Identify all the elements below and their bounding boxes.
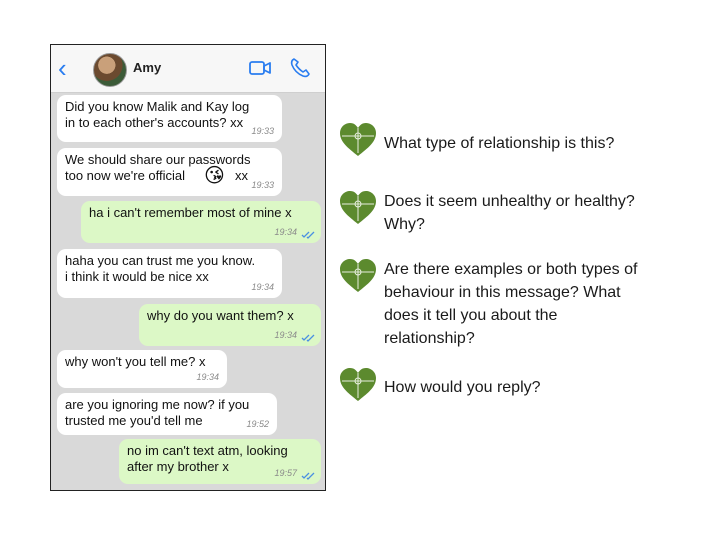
chat-header: ‹ Amy [51,45,325,93]
avatar[interactable] [93,53,127,87]
message-time: 19:33 [251,126,274,136]
question-item: Are there examples or both types of beha… [338,258,708,354]
message-time: 19:34 [274,330,297,340]
puzzle-heart-icon [340,259,376,292]
message-suffix: xx [235,168,248,183]
puzzle-heart-icon [340,368,376,401]
question-item: How would you reply? [338,367,708,407]
double-check-icon [301,231,315,239]
contact-name[interactable]: Amy [133,60,161,75]
message-time: 19:34 [251,282,274,292]
puzzle-heart-icon [340,123,376,156]
question-text: Does it seem unhealthy or healthy? Why? [384,193,635,233]
message-text: why do you want them? x [147,308,294,323]
question-text: What type of relationship is this? [384,135,615,152]
message-outgoing[interactable]: no im can't text atm, looking after my b… [119,439,321,484]
message-outgoing[interactable]: ha i can't remember most of mine x 19:34 [81,201,321,243]
question-item: Does it seem unhealthy or healthy? Why? [338,190,708,240]
message-incoming[interactable]: We should share our passwords too now we… [57,148,282,196]
message-text: why won't you tell me? x [65,354,206,369]
message-time: 19:52 [246,419,269,429]
question-text: How would you reply? [384,379,541,396]
chat-screenshot: ‹ Amy Did you know Malik and Kay log in … [50,44,326,491]
message-time: 19:34 [196,372,219,382]
double-check-icon [301,472,315,480]
phone-icon[interactable] [289,57,311,79]
message-incoming[interactable]: why won't you tell me? x 19:34 [57,350,227,388]
message-text: Did you know Malik and Kay log in to eac… [65,99,250,130]
message-text: are you ignoring me now? if you trusted … [65,397,250,428]
message-incoming[interactable]: Did you know Malik and Kay log in to eac… [57,95,282,142]
message-incoming[interactable]: are you ignoring me now? if you trusted … [57,393,277,435]
message-text: haha you can trust me you know. i think … [65,253,256,284]
message-time: 19:57 [274,468,297,478]
double-check-icon [301,334,315,342]
chevron-left-icon[interactable]: ‹ [58,55,78,81]
question-item: What type of relationship is this? [338,122,708,162]
message-outgoing[interactable]: why do you want them? x 19:34 [139,304,321,346]
puzzle-heart-icon [340,191,376,224]
question-text: Are there examples or both types of beha… [384,261,638,347]
kissing-face-emoji-icon: 😘 [204,165,225,187]
video-camera-icon[interactable] [249,60,271,76]
message-text: ha i can't remember most of mine x [89,205,292,220]
message-time: 19:34 [274,227,297,237]
message-time: 19:33 [251,180,274,190]
message-incoming[interactable]: haha you can trust me you know. i think … [57,249,282,298]
